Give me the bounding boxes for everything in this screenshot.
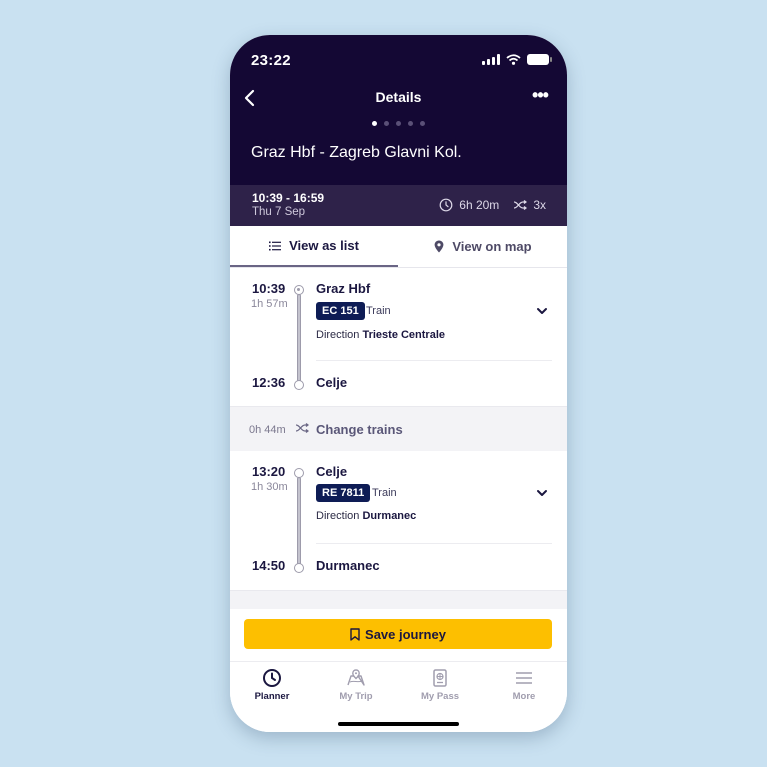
leg-duration: 1h 30m	[251, 481, 288, 493]
train-badge: EC 151	[316, 302, 365, 320]
transfer-duration: 0h 44m	[249, 424, 286, 436]
summary-stats: 6h 20m 3x	[439, 198, 546, 212]
wifi-icon	[506, 54, 521, 65]
map-pin-icon	[347, 669, 365, 686]
direction-destination: Durmanec	[362, 510, 417, 522]
status-time: 23:22	[251, 52, 291, 69]
signal-icon	[482, 54, 500, 65]
journey-date: Thu 7 Sep	[252, 206, 306, 218]
bottom-nav: Planner My Trip My Pass More	[230, 661, 567, 732]
train-badge: RE 7811	[316, 484, 371, 502]
more-options-button[interactable]: •••	[527, 85, 553, 109]
departure-station: Celje	[316, 464, 348, 479]
home-indicator[interactable]	[338, 722, 459, 726]
nav-label: Planner	[254, 691, 290, 702]
header: 23:22 Details ••• Graz Hbf - Zagreb Glav…	[230, 35, 567, 185]
change-count: 3x	[533, 198, 546, 212]
nav-label: My Pass	[420, 691, 460, 702]
save-journey-label: Save journey	[365, 626, 446, 642]
page-dot[interactable]	[420, 121, 425, 126]
direction-destination: Trieste Centrale	[362, 329, 446, 341]
journey-leg: 10:39 1h 57m Graz Hbf EC 151 Train Direc…	[230, 268, 567, 406]
transfer-row: 0h 44m Change trains	[230, 406, 567, 452]
ellipsis-icon: •••	[532, 85, 549, 105]
nav-my-trip[interactable]: My Trip	[314, 668, 398, 702]
departure-time: 10:39	[252, 281, 286, 296]
journey-summary: 10:39 - 16:59 Thu 7 Sep 6h 20m 3x	[230, 185, 567, 226]
leg-duration: 1h 57m	[251, 298, 288, 310]
status-icons	[482, 54, 552, 65]
arrival-time: 12:36	[252, 375, 286, 390]
nav-label: My Trip	[339, 691, 373, 702]
arrival-station: Celje	[316, 375, 348, 390]
departure-time: 13:20	[252, 464, 286, 479]
menu-icon	[516, 672, 532, 684]
tab-view-as-list[interactable]: View as list	[230, 226, 398, 267]
chevron-down-icon	[537, 308, 547, 314]
shuffle-icon	[514, 200, 528, 210]
passport-icon	[433, 669, 447, 687]
view-tabs: View as list View on map	[230, 226, 567, 268]
save-journey-button[interactable]: Save journey	[244, 619, 552, 649]
page-title: Details	[375, 89, 422, 105]
transfer-label: Change trains	[316, 422, 403, 437]
direction-label: Direction	[316, 510, 360, 522]
direction: Direction Durmanec	[316, 510, 416, 522]
nav-label: More	[512, 691, 536, 702]
bookmark-icon	[350, 627, 360, 641]
page-dot[interactable]	[396, 121, 401, 126]
arrival-station: Durmanec	[316, 558, 380, 573]
nav-my-pass[interactable]: My Pass	[398, 668, 482, 702]
save-bar: Save journey	[230, 609, 567, 661]
clock-icon	[263, 669, 281, 687]
transport-mode: Train	[372, 487, 397, 499]
nav-more[interactable]: More	[482, 668, 566, 702]
list-icon	[269, 241, 282, 250]
phone-screen: 23:22 Details ••• Graz Hbf - Zagreb Glav…	[230, 35, 567, 732]
arrival-node-icon	[294, 563, 304, 573]
arrival-time: 14:50	[252, 558, 286, 573]
time-range: 10:39 - 16:59	[252, 191, 325, 205]
expand-leg-button[interactable]	[533, 302, 551, 320]
tab-label: View as list	[289, 238, 359, 253]
page-dot[interactable]	[372, 121, 377, 126]
page-dot[interactable]	[384, 121, 389, 126]
journey-leg: 13:20 1h 30m Celje RE 7811 Train Directi…	[230, 451, 567, 590]
page-indicator	[230, 121, 567, 126]
direction-label: Direction	[316, 329, 360, 341]
tab-view-on-map[interactable]: View on map	[399, 226, 567, 267]
chevron-down-icon	[537, 490, 547, 496]
arrival-node-icon	[294, 380, 304, 390]
page-dot[interactable]	[408, 121, 413, 126]
location-pin-icon	[434, 240, 444, 253]
departure-station: Graz Hbf	[316, 281, 371, 296]
clock-icon	[439, 198, 453, 212]
route-title: Graz Hbf - Zagreb Glavni Kol.	[251, 144, 462, 161]
tab-label: View on map	[452, 239, 532, 254]
transport-mode: Train	[366, 305, 391, 317]
expand-leg-button[interactable]	[533, 484, 551, 502]
battery-icon	[527, 54, 552, 65]
total-duration: 6h 20m	[459, 198, 500, 212]
route-line	[297, 477, 301, 565]
direction: Direction Trieste Centrale	[316, 329, 445, 341]
nav-planner[interactable]: Planner	[230, 668, 314, 702]
divider	[316, 360, 552, 361]
next-transfer-row	[230, 590, 567, 611]
divider	[316, 543, 552, 544]
route-line	[297, 294, 301, 382]
shuffle-icon	[295, 423, 309, 433]
